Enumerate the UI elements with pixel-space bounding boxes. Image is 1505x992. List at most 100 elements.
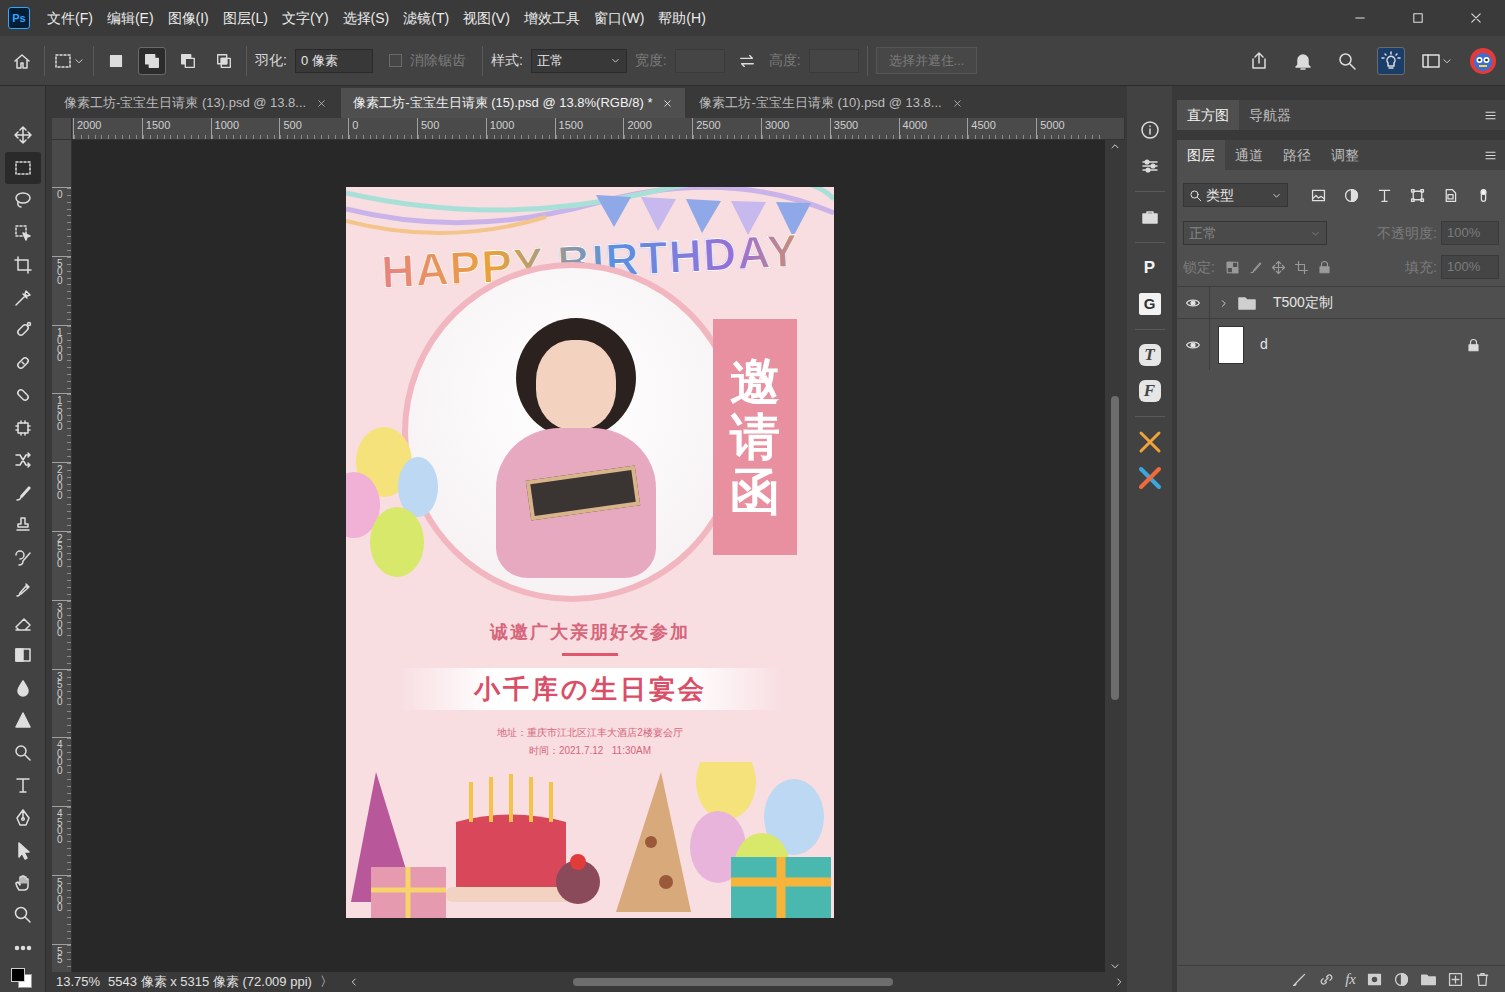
antialias-option[interactable]: 消除锯齿 bbox=[389, 50, 466, 71]
blend-mode-select[interactable]: 正常 bbox=[1183, 221, 1327, 245]
clone-stamp-tool[interactable] bbox=[5, 509, 41, 542]
opacity-value[interactable]: 100% bbox=[1447, 223, 1480, 243]
canvas[interactable]: HAPPY BIRTHDAY邀请函诚邀广大亲朋好友参加小千库の生日宴会地址：重庆… bbox=[72, 140, 1105, 972]
lasso-tool[interactable] bbox=[5, 184, 41, 217]
mixer-brush-tool[interactable] bbox=[5, 574, 41, 607]
filter-type-select[interactable]: 类型 bbox=[1183, 183, 1288, 207]
lock-pixels-icon[interactable] bbox=[1248, 260, 1263, 275]
info-menu-arrow[interactable]: 〉 bbox=[320, 972, 333, 992]
menu-item[interactable]: 滤镜(T) bbox=[396, 8, 456, 29]
document-info[interactable]: 13.75%5543 像素 x 5315 像素 (72.009 ppi)〉 bbox=[52, 972, 348, 992]
color-swatches[interactable] bbox=[8, 966, 38, 990]
antialias-checkbox[interactable] bbox=[389, 54, 402, 67]
visibility-toggle[interactable] bbox=[1185, 334, 1201, 355]
blur-tool[interactable] bbox=[5, 672, 41, 705]
plugin-button[interactable] bbox=[1133, 461, 1167, 495]
expand-toggle[interactable] bbox=[1218, 292, 1229, 313]
layer-row[interactable]: d bbox=[1177, 318, 1505, 370]
horizontal-scrollbar[interactable] bbox=[348, 976, 1125, 988]
panel-tab-label[interactable]: 导航器 bbox=[1249, 105, 1291, 126]
tool-preset-picker[interactable] bbox=[53, 51, 85, 71]
vertical-scrollbar[interactable] bbox=[1105, 140, 1125, 972]
menu-item[interactable]: 图层(L) bbox=[216, 8, 275, 29]
tab-label[interactable]: 像素工坊-宝宝生日请柬 (15).psd @ 13.8%(RGB/8) * bbox=[353, 93, 652, 113]
dodge-tool[interactable] bbox=[5, 737, 41, 770]
eyedropper-tool[interactable] bbox=[5, 282, 41, 315]
eraser-tool[interactable] bbox=[5, 607, 41, 640]
history-brush-tool[interactable] bbox=[5, 542, 41, 575]
menu-item[interactable]: 图像(I) bbox=[161, 8, 216, 29]
document-tab[interactable]: 像素工坊-宝宝生日请柬 (13).psd @ 13.8... bbox=[52, 88, 339, 118]
adjustment-layer-icon[interactable] bbox=[1393, 971, 1410, 988]
close-tab-button[interactable] bbox=[662, 93, 673, 113]
info-button[interactable] bbox=[1133, 113, 1167, 147]
libraries-button[interactable] bbox=[1133, 200, 1167, 234]
home-button[interactable] bbox=[8, 47, 36, 75]
scroll-thumb[interactable] bbox=[1111, 396, 1119, 700]
panel-tab-label[interactable]: 直方图 bbox=[1187, 105, 1229, 126]
marquee-tool[interactable] bbox=[5, 152, 41, 185]
panel-tab[interactable]: 通道 bbox=[1225, 140, 1273, 170]
scroll-down-icon[interactable] bbox=[1109, 960, 1121, 972]
menu-item[interactable]: 文件(F) bbox=[40, 8, 100, 29]
lock-artboard-icon[interactable] bbox=[1294, 260, 1309, 275]
smart-object-filter-icon[interactable] bbox=[1442, 187, 1459, 204]
plugin-button[interactable] bbox=[1133, 425, 1167, 459]
close-tab-button[interactable] bbox=[316, 93, 327, 113]
menu-item[interactable]: 窗口(W) bbox=[587, 8, 652, 29]
lock-all-icon[interactable] bbox=[1317, 260, 1332, 275]
swap-button[interactable] bbox=[733, 47, 761, 75]
menu-item[interactable]: 编辑(E) bbox=[100, 8, 161, 29]
minimize-button[interactable] bbox=[1331, 0, 1389, 36]
scroll-up-icon[interactable] bbox=[1109, 140, 1121, 152]
plugin-button[interactable]: T bbox=[1133, 338, 1167, 372]
feather-field[interactable]: 0 像素 bbox=[295, 49, 373, 73]
object-selection-tool[interactable] bbox=[5, 217, 41, 250]
layer-name[interactable]: d bbox=[1260, 334, 1268, 355]
discover-button[interactable] bbox=[1377, 47, 1405, 75]
fill-value[interactable]: 100% bbox=[1447, 257, 1480, 277]
move-tool[interactable] bbox=[5, 119, 41, 152]
select-and-mask-button[interactable]: 选择并遮住... bbox=[876, 47, 978, 75]
style-select[interactable]: 正常 bbox=[531, 49, 627, 73]
subtract-selection-button[interactable] bbox=[174, 47, 202, 75]
document-page[interactable]: HAPPY BIRTHDAY邀请函诚邀广大亲朋好友参加小千库の生日宴会地址：重庆… bbox=[346, 187, 834, 918]
antialias-label[interactable]: 消除锯齿 bbox=[410, 50, 466, 71]
layer-name[interactable]: T500定制 bbox=[1273, 292, 1333, 313]
notifications-button[interactable] bbox=[1289, 47, 1317, 75]
select-and-mask-label[interactable]: 选择并遮住... bbox=[889, 53, 965, 68]
frame-tool[interactable] bbox=[5, 412, 41, 445]
vertical-ruler[interactable]: 0500100015002000250030003500400045005000… bbox=[52, 140, 72, 972]
lock-position-icon[interactable] bbox=[1271, 260, 1286, 275]
scroll-right-icon[interactable] bbox=[1113, 976, 1125, 988]
width-field[interactable] bbox=[675, 49, 725, 73]
opacity-field[interactable]: 100% bbox=[1441, 221, 1499, 245]
sharpen-tool[interactable] bbox=[5, 704, 41, 737]
fill-field[interactable]: 100% bbox=[1441, 255, 1499, 279]
type-tool[interactable] bbox=[5, 769, 41, 802]
style-value[interactable]: 正常 bbox=[537, 51, 563, 71]
panel-tab[interactable]: 路径 bbox=[1273, 140, 1321, 170]
search-button[interactable] bbox=[1333, 47, 1361, 75]
menu-item[interactable]: 选择(S) bbox=[336, 8, 397, 29]
new-group-icon[interactable] bbox=[1420, 971, 1437, 988]
close-button[interactable] bbox=[1447, 0, 1505, 36]
workspace-button[interactable] bbox=[1421, 51, 1453, 71]
panel-tab-label[interactable]: 通道 bbox=[1235, 145, 1263, 166]
properties-button[interactable] bbox=[1133, 149, 1167, 183]
panel-tab-label[interactable]: 图层 bbox=[1187, 145, 1215, 166]
panel-tab-label[interactable]: 路径 bbox=[1283, 145, 1311, 166]
intersect-selection-button[interactable] bbox=[210, 47, 238, 75]
photoshop-logo[interactable]: Ps bbox=[8, 7, 30, 29]
height-field[interactable] bbox=[809, 49, 859, 73]
account-button[interactable] bbox=[1469, 47, 1497, 75]
healing-brush-tool[interactable] bbox=[5, 347, 41, 380]
panel-tab[interactable]: 直方图 bbox=[1177, 100, 1239, 130]
panel-menu-button[interactable] bbox=[1484, 100, 1505, 130]
visibility-toggle[interactable] bbox=[1185, 292, 1201, 313]
document-tab[interactable]: 像素工坊-宝宝生日请柬 (10).psd @ 13.8... bbox=[687, 88, 974, 118]
pixel-filter-icon[interactable] bbox=[1310, 187, 1327, 204]
maximize-button[interactable] bbox=[1389, 0, 1447, 36]
document-tab[interactable]: 像素工坊-宝宝生日请柬 (15).psd @ 13.8%(RGB/8) * bbox=[341, 88, 685, 118]
panel-menu-button[interactable] bbox=[1484, 140, 1505, 170]
